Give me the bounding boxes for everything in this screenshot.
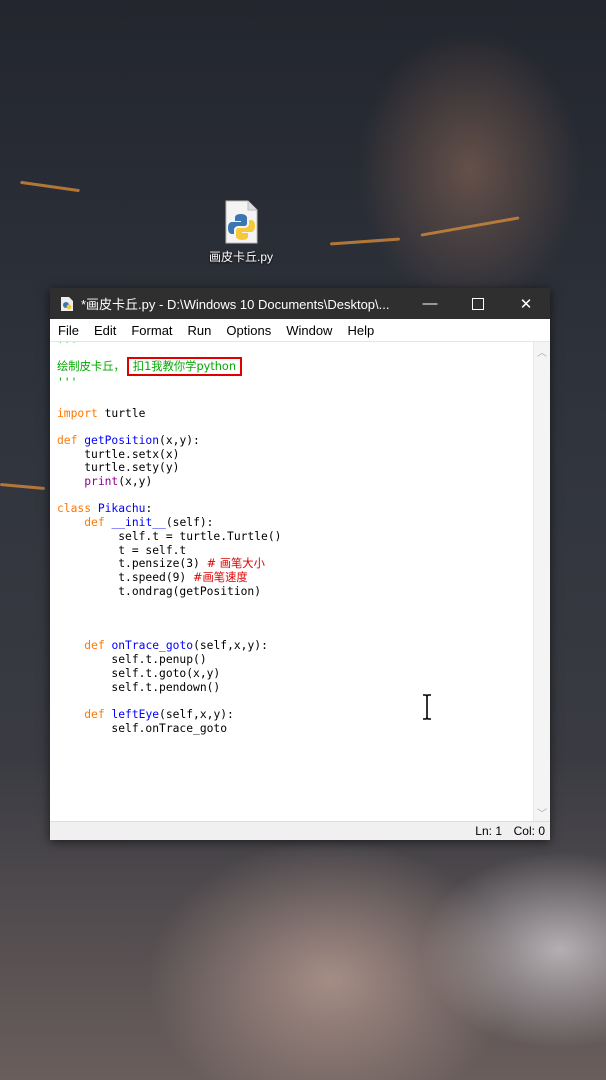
status-bar: Ln: 1 Col: 0: [50, 821, 550, 840]
code-token: def: [84, 516, 105, 530]
code-token: print: [84, 475, 119, 488]
code-token: t.pensize(3): [57, 557, 207, 571]
code-token: self.t.pendown(): [57, 680, 221, 694]
highlighted-comment: 扣1我教你学python: [126, 356, 242, 376]
code-line: self.t.pendown(): [57, 681, 220, 695]
text-cursor-icon: [423, 694, 431, 720]
menu-run[interactable]: Run: [180, 323, 219, 338]
desktop-file-label: 画皮卡丘.py: [208, 250, 273, 264]
code-line: import turtle: [57, 407, 145, 421]
code-token: Pikachu: [97, 502, 146, 516]
code-line: def getPosition(x,y):: [57, 434, 200, 448]
code-line: ''': [57, 342, 77, 352]
background-streak: [20, 180, 80, 193]
menu-options[interactable]: Options: [218, 323, 278, 338]
close-button[interactable]: ✕: [502, 288, 550, 319]
minimize-icon: —: [422, 295, 438, 312]
python-app-icon: [61, 296, 73, 311]
code-line: print(x,y): [57, 475, 152, 489]
code-token: 绘制皮卡丘，: [57, 359, 125, 373]
maximize-icon: [472, 297, 484, 310]
desktop-file-icon[interactable]: 画皮卡丘.py: [200, 200, 282, 265]
code-line: 绘制皮卡丘， 扣1我教你学python: [57, 356, 242, 376]
close-icon: ✕: [519, 295, 533, 313]
code-line: self.t = turtle.Turtle(): [57, 530, 281, 544]
menu-bar: File Edit Format Run Options Window Help: [50, 319, 550, 342]
code-token: self.t = turtle.Turtle(): [57, 529, 282, 543]
code-line: turtle.setx(x): [57, 448, 179, 462]
code-token: #画笔速度: [193, 570, 248, 584]
code-token: turtle.setx(x): [57, 447, 180, 461]
python-file-icon: [222, 200, 260, 244]
code-token: (self):: [165, 516, 214, 530]
maximize-button[interactable]: [454, 288, 502, 319]
code-token: t.speed(9): [57, 570, 194, 584]
menu-edit[interactable]: Edit: [86, 323, 123, 338]
code-token: (self,x,y):: [193, 639, 268, 653]
minimize-button[interactable]: —: [406, 288, 454, 319]
menu-format[interactable]: Format: [123, 323, 179, 338]
code-token: :: [145, 502, 153, 516]
window-title: *画皮卡丘.py - D:\Windows 10 Documents\Deskt…: [81, 297, 390, 312]
code-line: def onTrace_goto(self,x,y):: [57, 639, 268, 653]
title-bar[interactable]: *画皮卡丘.py - D:\Windows 10 Documents\Deskt…: [50, 288, 550, 319]
code-line: t = self.t: [57, 544, 186, 558]
background-streak: [420, 216, 520, 237]
code-token: ''': [57, 342, 78, 351]
code-token: (x,y): [118, 475, 153, 488]
menu-file[interactable]: File: [50, 323, 86, 338]
code-line: self.onTrace_goto: [57, 722, 227, 736]
code-token: (self,x,y):: [159, 707, 234, 721]
code-editor[interactable]: ''' 绘制皮卡丘， 扣1我教你学python ''' import turtle def…: [50, 342, 534, 822]
code-token: class: [57, 502, 92, 516]
menu-window[interactable]: Window: [278, 323, 339, 338]
code-token: self.t.penup(): [57, 653, 207, 667]
column-number: Col: 0: [513, 824, 545, 838]
vertical-scrollbar[interactable]: ︿ ﹀: [533, 342, 550, 822]
code-token: turtle.sety(y): [57, 461, 180, 475]
code-token: getPosition: [84, 433, 160, 447]
code-line: t.pensize(3) # 画笔大小: [57, 557, 265, 571]
code-token: def: [57, 433, 78, 447]
code-line: turtle.sety(y): [57, 461, 179, 475]
code-line: class Pikachu:: [57, 502, 152, 516]
code-token: __init__: [111, 516, 166, 530]
background-streak: [329, 237, 401, 246]
line-number: Ln: 1: [475, 824, 502, 838]
scroll-up-icon[interactable]: ︿: [534, 344, 550, 359]
code-line: def __init__(self):: [57, 516, 213, 530]
code-line: self.t.penup(): [57, 653, 207, 667]
code-token: import: [57, 406, 98, 420]
scroll-down-icon[interactable]: ﹀: [534, 805, 550, 820]
code-token: self.onTrace_goto: [57, 721, 228, 735]
code-line: ''': [57, 376, 77, 390]
code-line: t.ondrag(getPosition): [57, 585, 261, 599]
code-token: (x,y):: [159, 433, 200, 447]
menu-help[interactable]: Help: [339, 323, 381, 338]
code-token: turtle: [97, 406, 146, 420]
code-token: leftEye: [111, 707, 160, 721]
code-token: # 画笔大小: [206, 557, 265, 571]
code-token: onTrace_goto: [111, 639, 194, 653]
idle-editor-window: *画皮卡丘.py - D:\Windows 10 Documents\Deskt…: [50, 288, 550, 840]
background-streak: [0, 483, 46, 490]
code-token: self.t.goto(x,y): [57, 666, 221, 680]
code-token: def: [84, 707, 105, 721]
code-token: ''': [57, 376, 78, 390]
code-token: def: [84, 639, 105, 653]
code-token: t.ondrag(getPosition): [57, 584, 262, 598]
code-token: t = self.t: [57, 543, 187, 557]
code-line: t.speed(9) #画笔速度: [57, 570, 248, 585]
code-line: def leftEye(self,x,y):: [57, 708, 234, 722]
code-line: self.t.goto(x,y): [57, 667, 220, 681]
